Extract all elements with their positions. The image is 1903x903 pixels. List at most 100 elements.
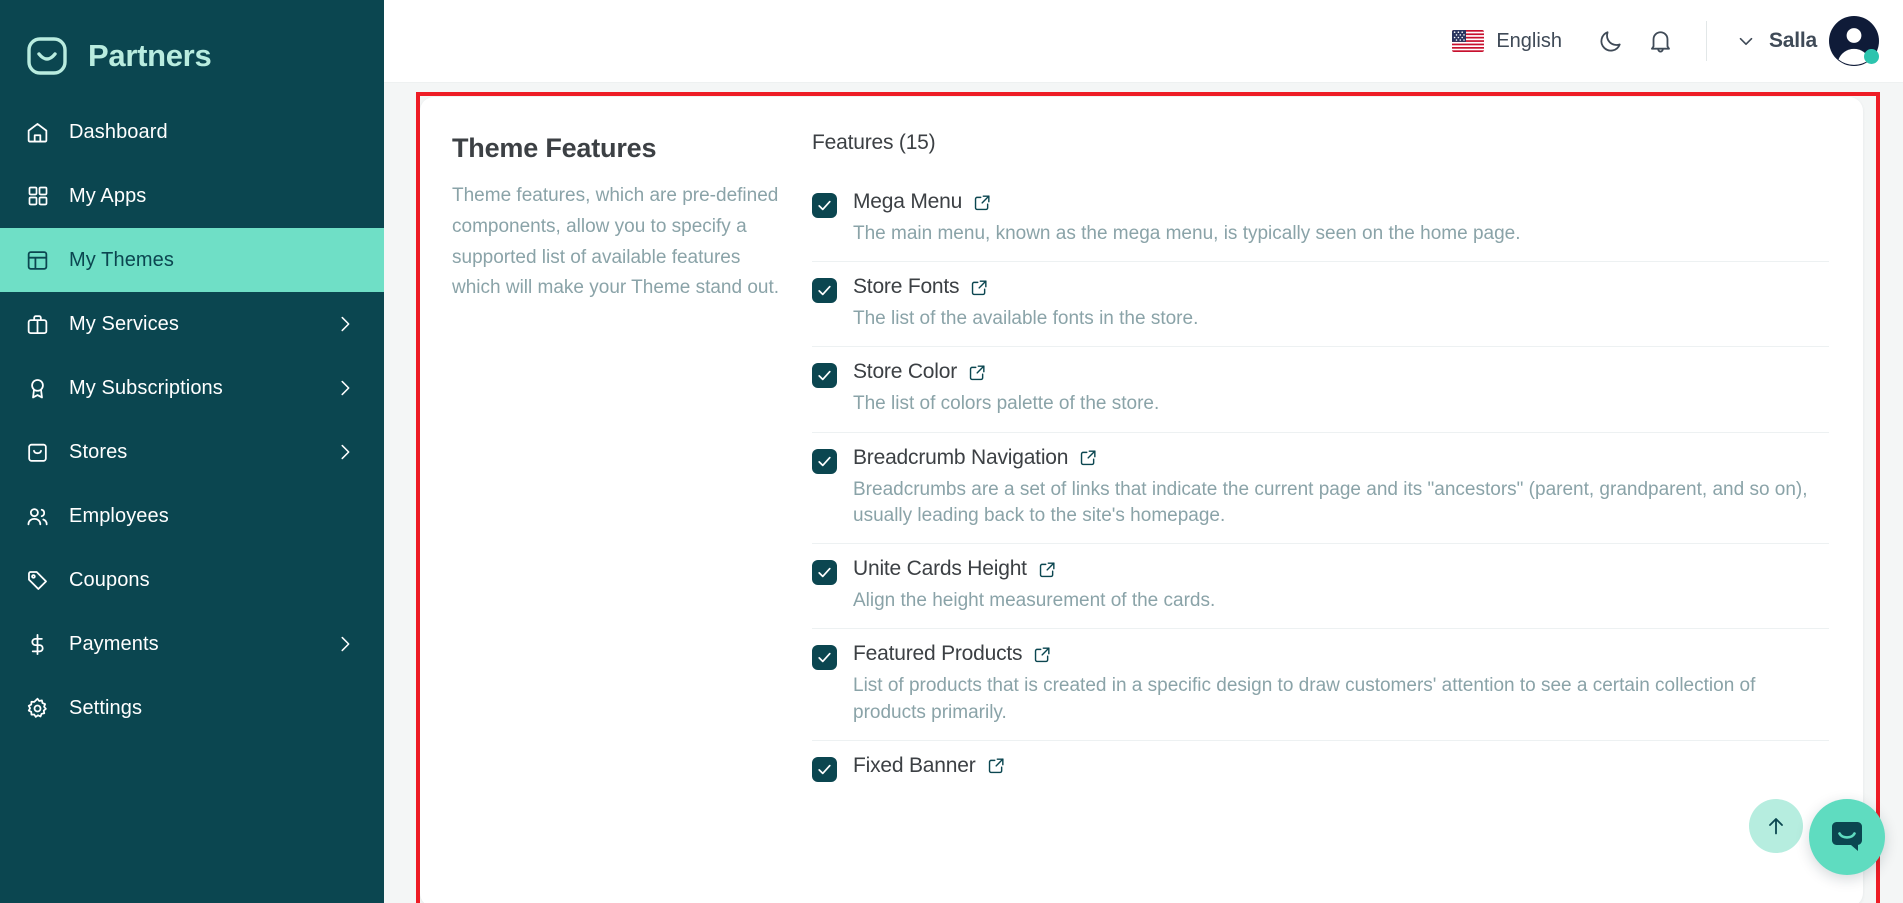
topbar: English Salla [384,0,1903,83]
dollar-icon [24,631,51,658]
feature-description: List of products that is created in a sp… [853,675,1756,723]
feature-title-row: Breadcrumb Navigation [853,446,1829,470]
feature-row: Store Color The list of colors palette o… [812,347,1829,433]
award-badge-icon [24,375,51,402]
layout-theme-icon [24,247,51,274]
feature-description: The list of colors palette of the store. [853,393,1160,415]
sidebar-item-employees[interactable]: Employees [0,484,384,548]
feature-row: Featured Products List of products that … [812,629,1829,741]
external-link-icon[interactable] [1033,645,1052,664]
sidebar-item-coupons[interactable]: Coupons [0,548,384,612]
feature-title: Store Fonts [853,275,960,299]
chevron-right-icon [334,313,356,335]
sidebar-item-my-apps[interactable]: My Apps [0,164,384,228]
sidebar-item-my-themes[interactable]: My Themes [0,228,384,292]
feature-title: Unite Cards Height [853,557,1027,581]
external-link-icon[interactable] [973,193,992,212]
status-dot [1864,49,1879,64]
sidebar-item-stores[interactable]: Stores [0,420,384,484]
us-flag-icon [1452,30,1485,52]
feature-checkbox[interactable] [812,645,837,671]
sidebar-item-label: Stores [69,440,128,463]
avatar[interactable] [1829,16,1879,66]
sidebar-item-payments[interactable]: Payments [0,612,384,676]
chat-bubble-icon [1827,817,1867,857]
feature-title-row: Unite Cards Height [853,557,1829,581]
sidebar-item-dashboard[interactable]: Dashboard [0,100,384,164]
feature-title: Featured Products [853,642,1023,666]
sidebar-item-label: My Themes [69,248,175,271]
sidebar-item-label: My Subscriptions [69,376,223,399]
sidebar-item-my-subscriptions[interactable]: My Subscriptions [0,356,384,420]
moon-icon[interactable] [1588,18,1634,64]
users-icon [24,503,51,530]
feature-title-row: Store Fonts [853,275,1829,299]
feature-description: Align the height measurement of the card… [853,590,1216,612]
shopping-bag-icon [24,439,51,466]
feature-body: Featured Products List of products that … [853,642,1829,725]
gear-icon [24,695,51,722]
user-name: Salla [1768,29,1817,52]
home-icon [24,119,51,146]
bell-icon[interactable] [1638,18,1684,64]
feature-title-row: Store Color [853,360,1829,384]
external-link-icon[interactable] [968,363,987,382]
feature-title: Fixed Banner [853,753,976,777]
feature-row: Unite Cards Height Align the height meas… [812,544,1829,630]
external-link-icon[interactable] [970,278,989,297]
sidebar-item-label: Employees [69,504,169,527]
feature-checkbox[interactable] [812,448,837,474]
feature-checkbox[interactable] [812,560,837,586]
tag-icon [24,567,51,594]
scroll-to-top-button[interactable] [1749,799,1803,853]
app-root: Partners Dashboard My Apps My Themes My … [0,0,1903,903]
language-label: English [1496,29,1562,52]
page-area: Theme Features Theme features, which are… [384,83,1903,903]
chevron-right-icon [334,633,356,655]
features-heading: Features (15) [812,131,936,154]
user-menu[interactable]: Salla [1735,16,1879,66]
feature-body: Unite Cards Height Align the height meas… [853,557,1829,614]
external-link-icon[interactable] [1038,560,1057,579]
sidebar-item-label: Settings [69,696,143,719]
brand-name: Partners [88,38,212,73]
sidebar-item-label: Coupons [69,568,150,591]
brand[interactable]: Partners [0,0,384,90]
chevron-down-icon [1735,30,1757,52]
sidebar-item-label: Dashboard [69,120,168,143]
chat-launcher-button[interactable] [1809,799,1885,875]
arrow-up-icon [1764,814,1788,838]
feature-body: Mega Menu The main menu, known as the me… [853,190,1829,247]
external-link-icon[interactable] [987,756,1006,775]
language-selector[interactable]: English [1452,30,1562,53]
salla-smile-logo-icon [24,33,70,79]
feature-row: Store Fonts The list of the available fo… [812,262,1829,348]
page-description: Theme features, which are pre-defined co… [452,185,780,299]
feature-title: Mega Menu [853,190,963,213]
sidebar-nav: Dashboard My Apps My Themes My Services … [0,100,384,740]
sidebar-item-label: My Apps [69,184,147,207]
feature-title-row: Featured Products [853,642,1829,666]
feature-body: Store Color The list of colors palette o… [853,360,1829,417]
page-title: Theme Features [452,133,657,163]
sidebar-item-label: My Services [69,312,180,335]
theme-features-card: Theme Features Theme features, which are… [420,97,1863,903]
chevron-right-icon [334,441,356,463]
feature-title: Breadcrumb Navigation [853,445,1069,469]
external-link-icon[interactable] [1079,448,1098,467]
feature-checkbox[interactable] [812,193,837,218]
feature-body: Fixed Banner [853,754,1829,778]
feature-title-row: Mega Menu [853,190,1829,214]
feature-checkbox[interactable] [812,278,837,304]
feature-checkbox[interactable] [812,363,837,389]
feature-row: Mega Menu The main menu, known as the me… [812,177,1829,263]
sidebar-item-settings[interactable]: Settings [0,676,384,740]
sidebar-item-label: Payments [69,632,159,655]
feature-checkbox[interactable] [812,756,837,782]
card-left-column: Theme Features Theme features, which are… [420,125,812,903]
topbar-divider [1705,21,1707,61]
features-column: Features (15) Mega Menu The main menu, k… [812,125,1863,903]
sidebar-item-my-services[interactable]: My Services [0,292,384,356]
sidebar: Partners Dashboard My Apps My Themes My … [0,0,384,903]
grid-apps-icon [24,183,51,210]
